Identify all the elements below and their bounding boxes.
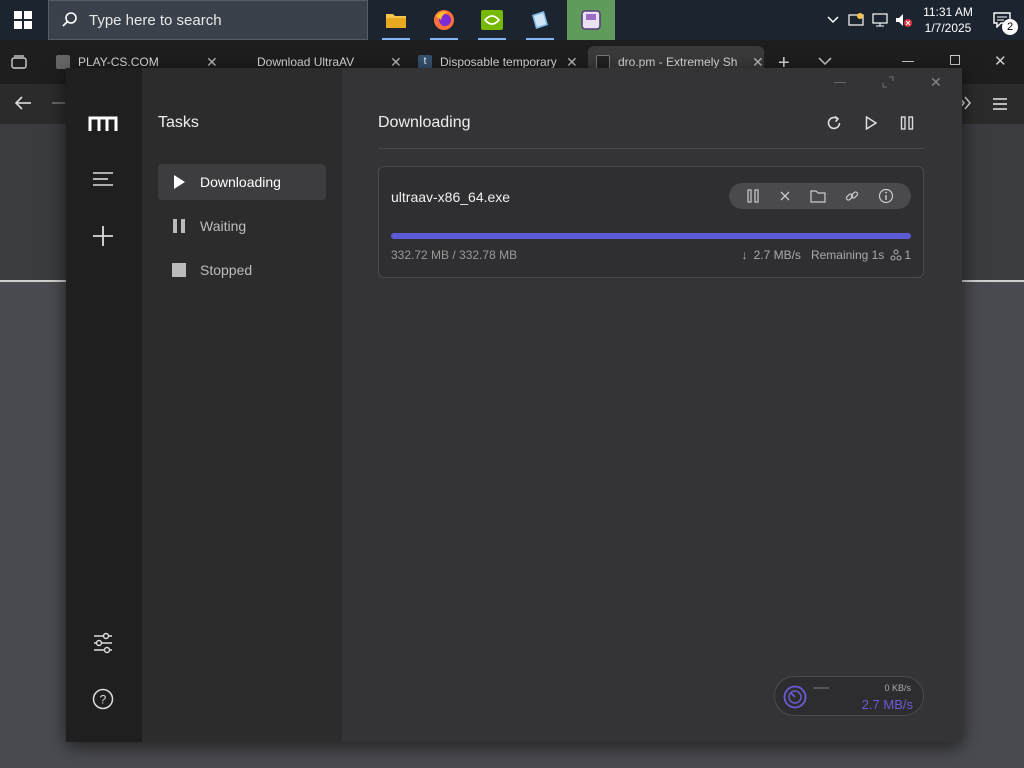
tab-title: PLAY-CS.COM: [78, 55, 159, 69]
tab-title: dro.pm - Extremely Sh: [618, 55, 738, 69]
speedometer-icon: [783, 685, 807, 709]
notification-badge: 2: [1002, 19, 1018, 35]
tab-list-chevron-icon[interactable]: [818, 57, 832, 65]
window-close-icon[interactable]: ✕: [930, 74, 942, 91]
delete-task-icon[interactable]: [779, 190, 791, 202]
clock-date: 1/7/2025: [924, 21, 972, 35]
connections-icon: [890, 249, 902, 261]
task-progress-fill: [391, 233, 911, 239]
nav-item-label: Downloading: [200, 174, 281, 190]
tab-title: Disposable temporary: [440, 55, 557, 69]
chevron-up-icon[interactable]: [822, 16, 844, 24]
stop-icon: [170, 261, 188, 279]
nav-item-stopped[interactable]: Stopped: [158, 252, 326, 288]
pause-task-icon[interactable]: [746, 189, 760, 203]
nvidia-icon: [481, 10, 503, 30]
security-icon[interactable]: [844, 13, 868, 27]
window-maximize-icon[interactable]: [882, 76, 894, 88]
task-remaining: Remaining 1s: [810, 248, 885, 262]
nav-item-label: Stopped: [200, 262, 253, 278]
open-folder-icon[interactable]: [810, 189, 826, 203]
forward-arrow-icon[interactable]: [52, 95, 66, 111]
menu-icon[interactable]: [992, 97, 1008, 111]
clock[interactable]: 11:31 AM 1/7/2025: [916, 4, 980, 36]
page-title: Downloading: [378, 114, 471, 131]
copy-link-icon[interactable]: [845, 189, 859, 203]
resume-all-icon[interactable]: [865, 116, 877, 130]
tab-overview-icon[interactable]: [10, 54, 28, 70]
windows-icon: [14, 11, 32, 29]
task-filename: ultraav-x86_64.exe: [391, 189, 511, 205]
pause-all-icon[interactable]: [900, 116, 914, 130]
nav-item-label: Waiting: [200, 218, 247, 234]
nav-item-downloading[interactable]: Downloading: [158, 164, 326, 200]
task-actions: [729, 183, 911, 209]
notebook-icon: [532, 11, 548, 29]
clock-time: 11:31 AM: [923, 5, 973, 19]
task-progress-text: 332.72 MB / 332.78 MB: [391, 248, 518, 262]
folder-icon: [386, 14, 406, 28]
motrix-taskbar-icon: [581, 10, 601, 30]
preferences-icon[interactable]: [92, 632, 114, 654]
pause-icon: [170, 217, 188, 235]
file-explorer-app[interactable]: [372, 0, 420, 40]
notification-center-icon[interactable]: 2: [980, 0, 1024, 40]
volume-muted-icon[interactable]: [892, 13, 916, 27]
close-window-icon[interactable]: ✕: [994, 52, 1007, 70]
download-arrow-icon: ↓: [741, 248, 748, 262]
playcs-favicon-icon: [56, 55, 70, 69]
nvidia-app[interactable]: [468, 0, 516, 40]
nav-item-waiting[interactable]: Waiting: [158, 208, 326, 244]
firefox-icon: [434, 10, 454, 30]
task-progress-bar: [391, 233, 911, 239]
task-main: ✕ Downloading ultraav-x86_64.exe 332.72 …: [342, 68, 962, 742]
refresh-icon[interactable]: [826, 115, 842, 131]
system-tray: 11:31 AM 1/7/2025 2: [822, 0, 1024, 40]
task-stats: ↓ 2.7 MB/s Remaining 1s 1: [742, 248, 911, 262]
tumblr-favicon-icon: t: [418, 55, 432, 69]
back-arrow-icon[interactable]: [14, 95, 32, 111]
header-divider: [378, 148, 924, 149]
task-info-icon[interactable]: [878, 188, 894, 204]
speedometer-bar: [813, 687, 829, 689]
taskbar: Type here to search 11:31 AM 1/7/2025 2: [0, 0, 1024, 40]
panel-title: Tasks: [158, 114, 199, 131]
taskbar-search[interactable]: Type here to search: [48, 0, 368, 40]
download-speed: 2.7 MB/s: [861, 697, 913, 712]
task-connections: 1: [904, 248, 911, 262]
motrix-app[interactable]: [567, 0, 615, 40]
minimize-icon[interactable]: [902, 61, 914, 62]
task-speed: 2.7 MB/s: [753, 248, 801, 262]
window-minimize-icon[interactable]: [834, 82, 846, 83]
task-filter-panel: Tasks Downloading Waiting Stopped: [142, 68, 342, 742]
upload-speed: 0 KB/s: [884, 683, 911, 693]
motrix-window: ? Tasks Downloading Waiting Stopped ✕ Do…: [66, 68, 962, 742]
task-card[interactable]: ultraav-x86_64.exe 332.72 MB / 332.78 MB…: [378, 166, 924, 278]
motrix-logo-icon: [88, 116, 118, 132]
network-icon[interactable]: [868, 13, 892, 27]
tab-title: Download UltraAV: [257, 55, 355, 69]
dropm-favicon-icon: [596, 55, 610, 69]
svg-text:?: ?: [100, 693, 107, 707]
search-icon: [62, 12, 77, 27]
speedometer[interactable]: 0 KB/s 2.7 MB/s: [774, 676, 924, 716]
add-task-icon[interactable]: [92, 225, 114, 247]
search-placeholder: Type here to search: [89, 11, 222, 29]
play-icon: [170, 173, 188, 191]
start-button[interactable]: [0, 0, 46, 40]
firefox-app[interactable]: [420, 0, 468, 40]
notes-app[interactable]: [516, 0, 564, 40]
help-icon[interactable]: ?: [92, 688, 114, 710]
task-list-icon[interactable]: [92, 171, 114, 187]
restore-icon[interactable]: [950, 55, 960, 65]
app-rail: ?: [66, 68, 142, 742]
